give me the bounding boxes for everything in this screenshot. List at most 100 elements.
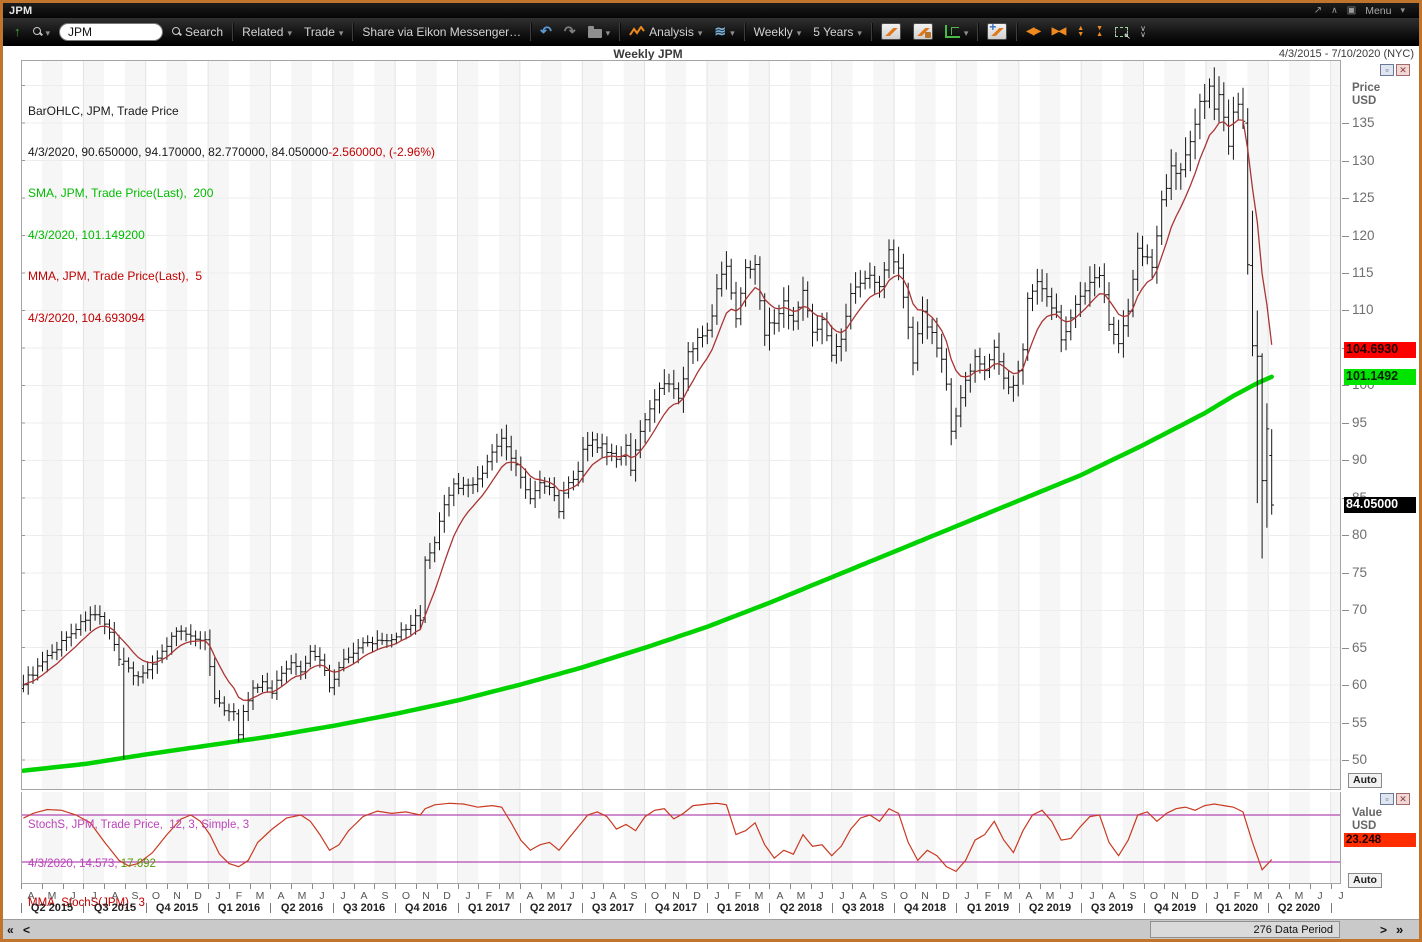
interval-label: Weekly (754, 25, 793, 39)
share-messenger-button[interactable]: Share via Eikon Messenger… (359, 23, 524, 41)
month-tick-mark (167, 884, 168, 889)
title-bar: JPM Menu (3, 3, 1419, 18)
price-tick-label: 60 (1352, 677, 1408, 693)
panel-minimize-icon[interactable]: ▫ (1380, 793, 1394, 805)
compress-horizontal-button[interactable] (1049, 24, 1068, 39)
price-tick-mark (1342, 161, 1349, 162)
scroll-far-right-button[interactable]: » (1394, 921, 1405, 938)
nav-up-button[interactable] (11, 22, 24, 41)
quarter-label: Q4 2017 (645, 902, 707, 914)
quarter-label: Q3 2017 (582, 902, 644, 914)
month-label: J (460, 890, 476, 902)
chevron-down-icon (797, 25, 802, 39)
popout-icon[interactable] (1314, 5, 1322, 16)
month-tick-mark (707, 884, 708, 889)
quarter-label: Q3 2016 (333, 902, 395, 914)
related-label: Related (242, 25, 283, 39)
month-tick-mark (998, 884, 999, 889)
scroll-far-left-button[interactable]: « (5, 921, 16, 938)
price-tick-label: 135 (1352, 115, 1408, 131)
price-tick-mark (1342, 123, 1349, 124)
scroll-right-button[interactable]: > (1378, 921, 1389, 938)
month-tick-mark (83, 884, 84, 889)
open-layout-button[interactable] (585, 23, 614, 41)
scrollbar-thumb[interactable]: 276 Data Period (1150, 921, 1340, 938)
chart-style-button[interactable] (878, 21, 904, 42)
price-tick-mark (1342, 236, 1349, 237)
range-select[interactable]: 5 Years (810, 23, 865, 41)
price-chart-svg[interactable] (21, 60, 1341, 790)
month-tick-mark (416, 884, 417, 889)
month-tick-mark (374, 884, 375, 889)
month-tick-mark (1227, 884, 1228, 889)
analysis-menu-button[interactable]: Analysis (626, 23, 705, 41)
window-title: JPM (9, 5, 33, 17)
date-range: 4/3/2015 - 7/10/2020 (NYC) (1279, 48, 1414, 60)
symbol-input[interactable] (59, 23, 163, 41)
month-label: J (1208, 890, 1224, 902)
overlays-button[interactable] (711, 21, 737, 42)
month-label: A (273, 890, 289, 902)
trade-menu-button[interactable]: Trade (301, 23, 346, 41)
expand-vertical-button[interactable] (1074, 24, 1087, 40)
interval-select[interactable]: Weekly (751, 23, 805, 41)
expand-horizontal-button[interactable] (1023, 24, 1042, 39)
more-tools-button[interactable] (1137, 24, 1149, 40)
month-tick-mark (229, 884, 230, 889)
symbol-lookup-button[interactable] (30, 23, 54, 41)
month-tick-mark (63, 884, 64, 889)
toolbar-separator (232, 23, 233, 41)
compress-vertical-button[interactable] (1093, 24, 1106, 40)
panel-close-icon[interactable]: ✕ (1396, 793, 1410, 805)
month-label: A (107, 890, 123, 902)
add-chart-button[interactable] (984, 21, 1010, 42)
month-label: M (1291, 890, 1307, 902)
toolbar-separator (530, 23, 531, 41)
month-label: O (1146, 890, 1162, 902)
month-tick-mark (1123, 884, 1124, 889)
waves-icon (714, 23, 726, 40)
month-label: N (668, 890, 684, 902)
month-tick-mark (1206, 884, 1207, 889)
scroll-left-button[interactable]: < (21, 921, 32, 938)
quarter-label: Q2 2015 (21, 902, 83, 914)
menu-caret-icon[interactable] (1400, 5, 1405, 16)
price-tick-label: 115 (1352, 265, 1408, 281)
month-tick-mark (603, 884, 604, 889)
month-tick-mark (1144, 884, 1145, 889)
toolbar-separator (744, 23, 745, 41)
undo-button[interactable] (537, 21, 555, 42)
price-tick-mark (1342, 423, 1349, 424)
redo-button[interactable] (561, 21, 579, 42)
stoch-chart-svg[interactable] (21, 792, 1341, 884)
menu-button[interactable]: Menu (1365, 5, 1391, 17)
chart-scrollbar[interactable]: « < 276 Data Period > » (3, 919, 1419, 939)
month-tick-mark (1060, 884, 1061, 889)
stoch-axis-auto-button[interactable]: Auto (1348, 873, 1382, 888)
window-icon[interactable] (1347, 5, 1356, 16)
month-label: M (543, 890, 559, 902)
panel-minimize-icon[interactable]: ▫ (1380, 64, 1394, 76)
related-menu-button[interactable]: Related (239, 23, 295, 41)
price-axis-label: Price USD (1352, 82, 1380, 108)
axis-settings-button[interactable] (942, 23, 972, 41)
month-tick-mark (769, 884, 770, 889)
chart-edit-button[interactable] (910, 21, 936, 42)
month-label: D (1187, 890, 1203, 902)
sma-price-tag: 101.1492 (1344, 369, 1416, 385)
month-label: M (751, 890, 767, 902)
select-region-button[interactable] (1112, 25, 1131, 39)
month-label: N (917, 890, 933, 902)
month-tick-mark (1019, 884, 1020, 889)
search-button[interactable]: Search (169, 23, 226, 41)
month-tick-mark (250, 884, 251, 889)
quarter-label: Q2 2020 (1268, 902, 1330, 914)
month-label: N (1167, 890, 1183, 902)
month-tick-mark (1331, 884, 1332, 889)
price-tick-label: 110 (1352, 302, 1408, 318)
price-axis-auto-button[interactable]: Auto (1348, 773, 1382, 788)
collapse-icon[interactable] (1331, 5, 1338, 16)
toolbar-separator (977, 23, 978, 41)
month-label: A (772, 890, 788, 902)
panel-close-icon[interactable]: ✕ (1396, 64, 1410, 76)
